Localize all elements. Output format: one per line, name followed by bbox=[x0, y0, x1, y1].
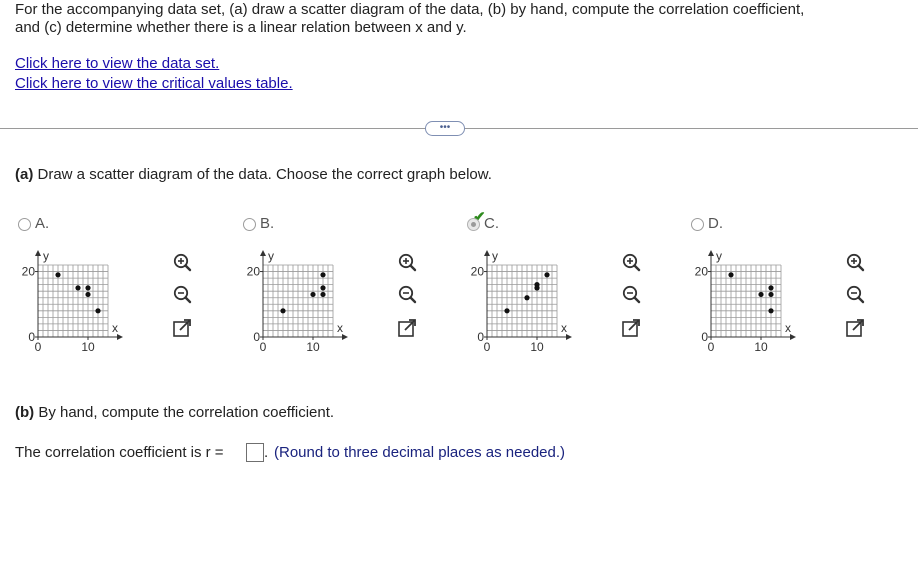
x-axis-label: x bbox=[785, 321, 791, 335]
data-point bbox=[320, 285, 326, 291]
expand-icon[interactable] bbox=[621, 318, 641, 338]
part-a-text: Draw a scatter diagram of the data. Choo… bbox=[33, 166, 492, 183]
option-c-scatter-plot: yx2000 10 bbox=[471, 249, 572, 354]
option-a-scatter-plot: yx2000 10 bbox=[22, 249, 123, 354]
x-axis-label: x bbox=[112, 321, 118, 335]
data-point bbox=[534, 285, 540, 291]
option-d-letter: D. bbox=[708, 215, 723, 232]
y-axis-label: y bbox=[492, 249, 498, 263]
part-b-heading: (b) By hand, compute the correlation coe… bbox=[15, 403, 334, 422]
option-b-radio[interactable] bbox=[243, 218, 256, 231]
data-point bbox=[728, 272, 734, 278]
expand-icon[interactable] bbox=[397, 318, 417, 338]
data-point bbox=[758, 291, 764, 298]
data-point bbox=[544, 272, 550, 278]
x-tick-label-0: 0 bbox=[35, 340, 42, 354]
x-axis-label: x bbox=[337, 321, 343, 335]
zoom-in-icon[interactable] bbox=[172, 252, 192, 272]
x-tick-label-0: 0 bbox=[708, 340, 715, 354]
y-axis-arrow-icon bbox=[35, 250, 41, 256]
part-b-prefix: (b) bbox=[15, 404, 35, 421]
zoom-out-icon[interactable] bbox=[845, 284, 865, 304]
y-axis-arrow-icon bbox=[484, 250, 490, 256]
data-point bbox=[85, 291, 91, 298]
correlation-answer-input[interactable] bbox=[246, 443, 264, 462]
view-critical-values-link[interactable]: Click here to view the critical values t… bbox=[15, 74, 293, 93]
x-tick-label-10: 10 bbox=[754, 340, 768, 354]
question-line-1: For the accompanying data set, (a) draw … bbox=[15, 1, 805, 18]
more-button[interactable]: ••• bbox=[425, 121, 465, 136]
data-point bbox=[55, 272, 61, 278]
part-b-text: By hand, compute the correlation coeffic… bbox=[34, 404, 335, 421]
data-point bbox=[320, 291, 326, 298]
option-c-radio[interactable] bbox=[467, 218, 480, 231]
option-a-letter: A. bbox=[35, 215, 50, 232]
answer-period: . bbox=[264, 444, 269, 461]
correlation-answer-prefix: The correlation coefficient is r = bbox=[15, 444, 224, 461]
question-line-2: and (c) determine whether there is a lin… bbox=[15, 19, 467, 36]
data-point bbox=[85, 285, 91, 291]
y-axis-label: y bbox=[43, 249, 49, 263]
x-tick-label-0: 0 bbox=[484, 340, 491, 354]
x-axis-label: x bbox=[561, 321, 567, 335]
rounding-hint: (Round to three decimal places as needed… bbox=[274, 444, 566, 461]
option-b-scatter-plot: yx2000 10 bbox=[247, 249, 348, 354]
y-axis-label: y bbox=[268, 249, 274, 263]
zoom-in-icon[interactable] bbox=[845, 252, 865, 272]
zoom-out-icon[interactable] bbox=[397, 284, 417, 304]
data-point bbox=[768, 285, 774, 291]
radio-selected-dot bbox=[471, 222, 476, 227]
part-a-prefix: (a) bbox=[15, 166, 34, 183]
data-point bbox=[310, 291, 316, 298]
y-tick-label-20: 20 bbox=[247, 265, 261, 279]
zoom-in-icon[interactable] bbox=[397, 252, 417, 272]
plot-grid bbox=[37, 264, 109, 338]
option-c-letter: C. bbox=[484, 215, 499, 232]
zoom-in-icon[interactable] bbox=[621, 252, 641, 272]
data-point bbox=[504, 308, 510, 314]
y-tick-label-20: 20 bbox=[695, 265, 709, 279]
expand-icon[interactable] bbox=[172, 318, 192, 338]
x-tick-label-10: 10 bbox=[306, 340, 320, 354]
expand-icon[interactable] bbox=[845, 318, 865, 338]
view-data-set-link[interactable]: Click here to view the data set. bbox=[15, 54, 219, 73]
option-b-letter: B. bbox=[260, 215, 275, 232]
y-tick-label-20: 20 bbox=[471, 265, 485, 279]
y-tick-label-20: 20 bbox=[22, 265, 36, 279]
x-tick-label-10: 10 bbox=[81, 340, 95, 354]
zoom-out-icon[interactable] bbox=[172, 284, 192, 304]
option-a-radio[interactable] bbox=[18, 218, 31, 231]
option-d-scatter-plot: yx2000 10 bbox=[695, 249, 796, 354]
option-d-radio[interactable] bbox=[691, 218, 704, 231]
y-axis-arrow-icon bbox=[260, 250, 266, 256]
data-point bbox=[768, 308, 774, 314]
plot-grid bbox=[710, 264, 782, 338]
data-point bbox=[280, 308, 286, 314]
data-point bbox=[75, 285, 81, 291]
data-point bbox=[768, 291, 774, 298]
data-point bbox=[95, 308, 101, 314]
data-point bbox=[320, 272, 326, 278]
zoom-out-icon[interactable] bbox=[621, 284, 641, 304]
x-tick-label-0: 0 bbox=[260, 340, 267, 354]
y-axis-label: y bbox=[716, 249, 722, 263]
y-axis-arrow-icon bbox=[708, 250, 714, 256]
part-a-heading: (a) Draw a scatter diagram of the data. … bbox=[15, 165, 492, 184]
data-point bbox=[524, 295, 530, 301]
x-tick-label-10: 10 bbox=[530, 340, 544, 354]
